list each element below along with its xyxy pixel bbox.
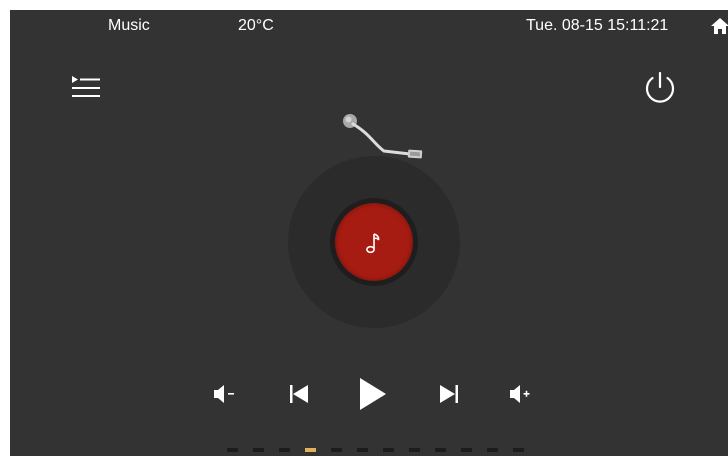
page-dot[interactable] (253, 448, 264, 452)
music-screen: Music 20°C Tue. 08-15 15:11:21 (10, 10, 728, 456)
previous-icon (290, 385, 308, 403)
tonearm (340, 106, 440, 170)
page-dot[interactable] (487, 448, 498, 452)
page-indicator (227, 448, 524, 454)
page-dot[interactable] (331, 448, 342, 452)
music-note-icon (362, 230, 386, 256)
next-icon (440, 385, 458, 403)
app-name-label: Music (108, 17, 150, 34)
volume-down-icon (214, 385, 234, 403)
play-icon (360, 378, 386, 410)
datetime-label: Tue. 08-15 15:11:21 (526, 17, 669, 34)
playlist-icon (72, 76, 100, 97)
volume-up-icon (510, 385, 530, 403)
page-dot[interactable] (435, 448, 446, 452)
temperature-label: 20°C (238, 17, 274, 34)
page-dot[interactable] (409, 448, 420, 452)
power-icon (645, 71, 675, 103)
volume-up-button[interactable] (504, 376, 540, 412)
page-dot-active[interactable] (305, 448, 316, 452)
home-icon[interactable] (710, 16, 728, 36)
page-dot[interactable] (279, 448, 290, 452)
page-dot[interactable] (383, 448, 394, 452)
volume-down-button[interactable] (208, 376, 244, 412)
page-dot[interactable] (513, 448, 524, 452)
page-dot[interactable] (227, 448, 238, 452)
playlist-button[interactable] (66, 70, 106, 104)
next-button[interactable] (431, 376, 467, 412)
previous-button[interactable] (281, 376, 317, 412)
power-button[interactable] (640, 68, 680, 108)
play-button[interactable] (351, 373, 393, 415)
page-dot[interactable] (357, 448, 368, 452)
page-dot[interactable] (461, 448, 472, 452)
